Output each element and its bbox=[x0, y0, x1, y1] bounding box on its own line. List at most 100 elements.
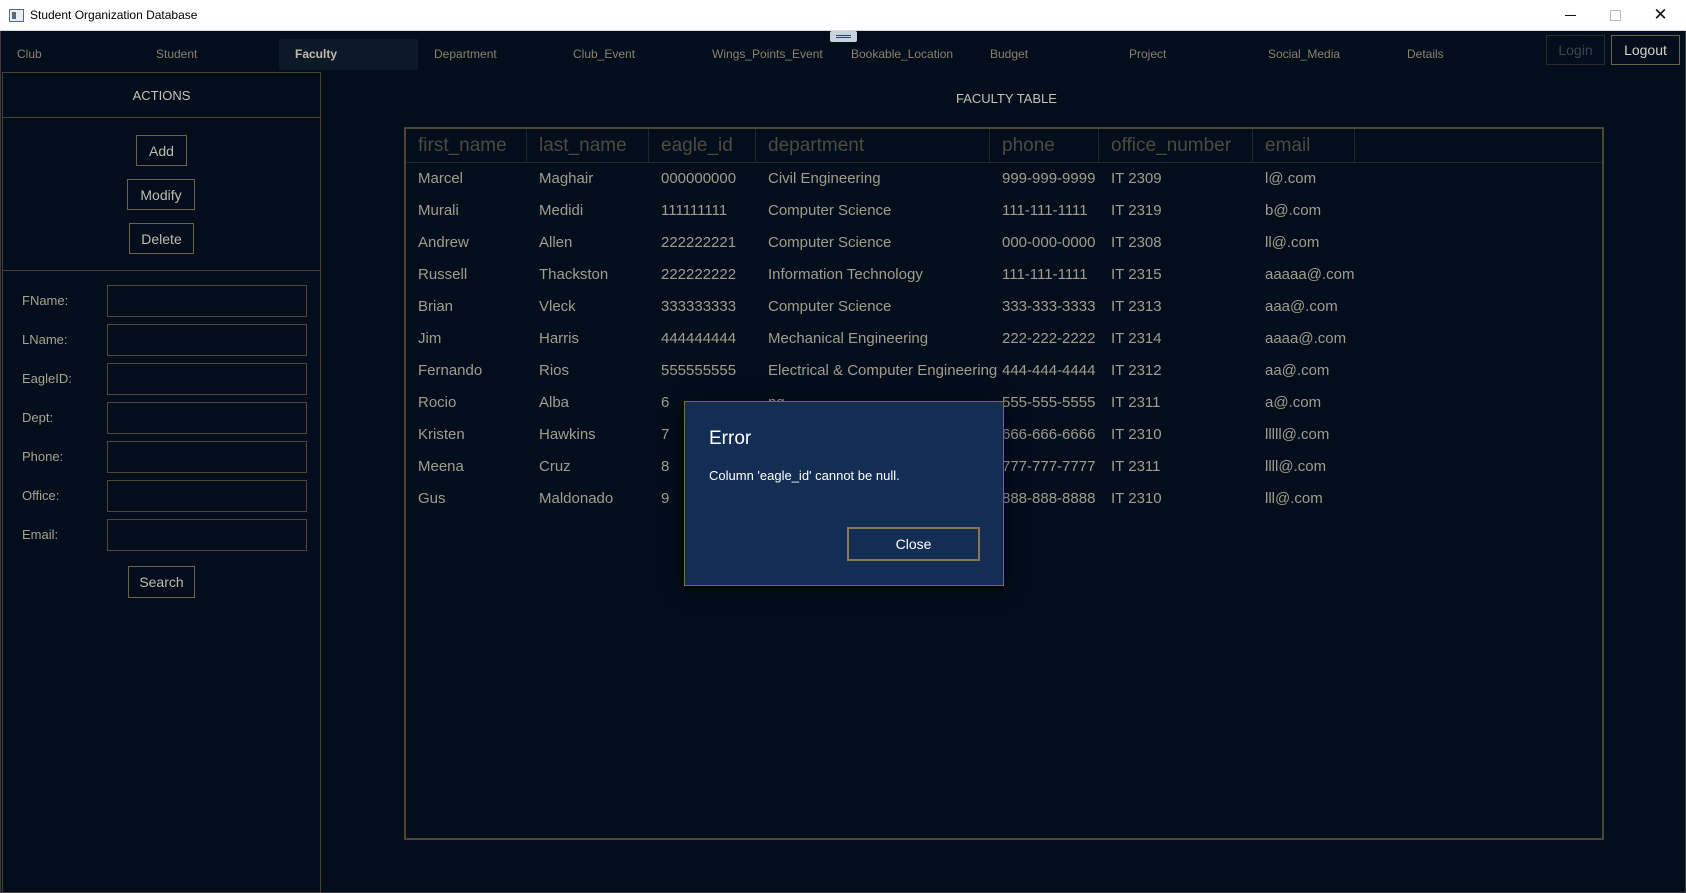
drag-handle-icon[interactable] bbox=[830, 31, 857, 42]
cell-eagle-id: 333333333 bbox=[661, 298, 737, 315]
table-header-row: first_name last_name eagle_id department pho… bbox=[406, 129, 1602, 163]
table-row[interactable]: Brian Vleck 333333333 Computer Science 333-3… bbox=[406, 291, 1602, 323]
cell-phone: 555-555-5555 bbox=[1002, 394, 1096, 411]
cell-office-number: IT 2310 bbox=[1111, 426, 1162, 443]
table-title: FACULTY TABLE bbox=[956, 91, 1057, 106]
window-close-button[interactable]: ✕ bbox=[1638, 0, 1683, 30]
dept-field[interactable] bbox=[107, 402, 307, 434]
dialog-message: Column 'eagle_id' cannot be null. bbox=[709, 468, 900, 483]
minimize-button[interactable] bbox=[1548, 0, 1593, 30]
tab-details[interactable]: Details bbox=[1391, 39, 1530, 70]
table-row[interactable]: Gus Maldonado 9 888-888-8888 IT 2310 lll@.com bbox=[406, 483, 1602, 515]
tab-department[interactable]: Department bbox=[418, 39, 557, 70]
tab-bar: Club Student Faculty Department Club_Event Wi… bbox=[1, 39, 1541, 70]
dialog-close-button[interactable]: Close bbox=[847, 527, 980, 561]
cell-office-number: IT 2311 bbox=[1111, 458, 1161, 475]
search-button[interactable]: Search bbox=[128, 566, 195, 598]
cell-first-name: Meena bbox=[418, 458, 464, 475]
cell-phone: 111-111-1111 bbox=[1002, 266, 1088, 283]
cell-email: a@.com bbox=[1265, 394, 1322, 411]
column-header-email[interactable]: email bbox=[1253, 129, 1355, 163]
column-header-last-name[interactable]: last_name bbox=[527, 129, 649, 163]
maximize-icon bbox=[1610, 9, 1621, 21]
cell-office-number: IT 2310 bbox=[1111, 490, 1162, 507]
tab-social-media[interactable]: Social_Media bbox=[1252, 39, 1391, 70]
app-window-icon bbox=[9, 9, 24, 22]
cell-email: lllll@.com bbox=[1265, 426, 1330, 443]
email-label: Email: bbox=[22, 527, 59, 542]
table-row[interactable]: RocioAlba6ng555-555-5555IT 2311a@.com bbox=[406, 387, 1602, 419]
cell-phone: 777-777-7777 bbox=[1002, 458, 1096, 475]
email-field[interactable] bbox=[107, 519, 307, 551]
table-row[interactable]: Fernando Rios 555555555 Electrical & Comput… bbox=[406, 355, 1602, 387]
cell-office-number: IT 2311 bbox=[1111, 394, 1161, 411]
table-row[interactable]: Russell Thackston 222222222 Information Tec… bbox=[406, 259, 1602, 291]
modify-button[interactable]: Modify bbox=[127, 179, 195, 210]
cell-first-name: Andrew bbox=[418, 234, 469, 251]
fname-label: FName: bbox=[22, 293, 69, 308]
login-button[interactable]: Login bbox=[1546, 35, 1605, 65]
cell-office-number: IT 2309 bbox=[1111, 170, 1162, 187]
cell-phone: 444-444-4444 bbox=[1002, 362, 1096, 379]
column-header-office-number[interactable]: office_number bbox=[1099, 129, 1253, 163]
add-button[interactable]: Add bbox=[136, 135, 187, 166]
cell-first-name: Brian bbox=[418, 298, 454, 315]
phone-label: Phone: bbox=[22, 449, 64, 464]
phone-field[interactable] bbox=[107, 441, 307, 473]
column-header-first-name[interactable]: first_name bbox=[406, 129, 527, 163]
cell-phone: 111-111-1111 bbox=[1002, 202, 1088, 219]
cell-eagle-id: 222222221 bbox=[661, 234, 737, 251]
table-row[interactable]: Kristen Hawkins 7 666-666-6666 IT 2310 lllll@… bbox=[406, 419, 1602, 451]
table-row[interactable]: Andrew Allen 222222221 Computer Science 000-… bbox=[406, 227, 1602, 259]
actions-title: ACTIONS bbox=[3, 73, 320, 118]
cell-last-name: Rios bbox=[539, 362, 570, 379]
maximize-button[interactable] bbox=[1593, 0, 1638, 30]
cell-eagle-id: 444444444 bbox=[661, 330, 737, 347]
cell-email: aaaa@.com bbox=[1265, 330, 1347, 347]
table-row[interactable]: Meena Cruz 8 777-777-7777 IT 2311 llll@.com bbox=[406, 451, 1602, 483]
cell-first-name: Jim bbox=[418, 330, 442, 347]
cell-last-name: Vleck bbox=[539, 298, 576, 315]
tab-budget[interactable]: Budget bbox=[974, 39, 1113, 70]
cell-first-name: Murali bbox=[418, 202, 459, 219]
fname-field[interactable] bbox=[107, 285, 307, 317]
column-header-eagle-id[interactable]: eagle_id bbox=[649, 129, 756, 163]
office-field[interactable] bbox=[107, 480, 307, 512]
sidebar-divider bbox=[3, 270, 320, 271]
tab-bookable-location[interactable]: Bookable_Location bbox=[835, 39, 974, 70]
cell-department: Information Technology bbox=[768, 266, 923, 283]
office-label: Office: bbox=[22, 488, 60, 503]
tab-project[interactable]: Project bbox=[1113, 39, 1252, 70]
cell-last-name: Thackston bbox=[539, 266, 609, 283]
tab-wings-points-event[interactable]: Wings_Points_Event bbox=[696, 39, 835, 70]
cell-email: aaaaa@.com bbox=[1265, 266, 1355, 283]
eagleid-field[interactable] bbox=[107, 363, 307, 395]
tab-club[interactable]: Club bbox=[1, 39, 140, 70]
cell-email: aaa@.com bbox=[1265, 298, 1338, 315]
dialog-title: Error bbox=[709, 428, 752, 449]
lname-field[interactable] bbox=[107, 324, 307, 356]
cell-department: Electrical & Computer Engineering bbox=[768, 362, 998, 379]
cell-department: Civil Engineering bbox=[768, 170, 881, 187]
cell-phone: 666-666-6666 bbox=[1002, 426, 1096, 443]
lname-label: LName: bbox=[22, 332, 68, 347]
tab-student[interactable]: Student bbox=[140, 39, 279, 70]
column-header-phone[interactable]: phone bbox=[990, 129, 1099, 163]
table-row[interactable]: Murali Medidi 111111111 Computer Science 111… bbox=[406, 195, 1602, 227]
delete-button[interactable]: Delete bbox=[129, 223, 194, 254]
tab-club-event[interactable]: Club_Event bbox=[557, 39, 696, 70]
table-row[interactable]: Marcel Maghair 000000000 Civil Engineering 9… bbox=[406, 163, 1602, 195]
eagleid-label: EagleID: bbox=[22, 371, 72, 386]
cell-last-name: Cruz bbox=[539, 458, 571, 475]
column-header-department[interactable]: department bbox=[756, 129, 990, 163]
cell-department: Mechanical Engineering bbox=[768, 330, 929, 347]
faculty-data-grid[interactable]: first_name last_name eagle_id department pho… bbox=[404, 127, 1604, 840]
cell-office-number: IT 2312 bbox=[1111, 362, 1162, 379]
cell-office-number: IT 2313 bbox=[1111, 298, 1162, 315]
logout-button[interactable]: Logout bbox=[1611, 35, 1680, 65]
tab-faculty[interactable]: Faculty bbox=[279, 39, 418, 70]
cell-last-name: Maghair bbox=[539, 170, 594, 187]
table-row[interactable]: Jim Harris 444444444 Mechanical Engineering… bbox=[406, 323, 1602, 355]
cell-last-name: Allen bbox=[539, 234, 573, 251]
app-body: Club Student Faculty Department Club_Event Wi… bbox=[0, 31, 1686, 893]
